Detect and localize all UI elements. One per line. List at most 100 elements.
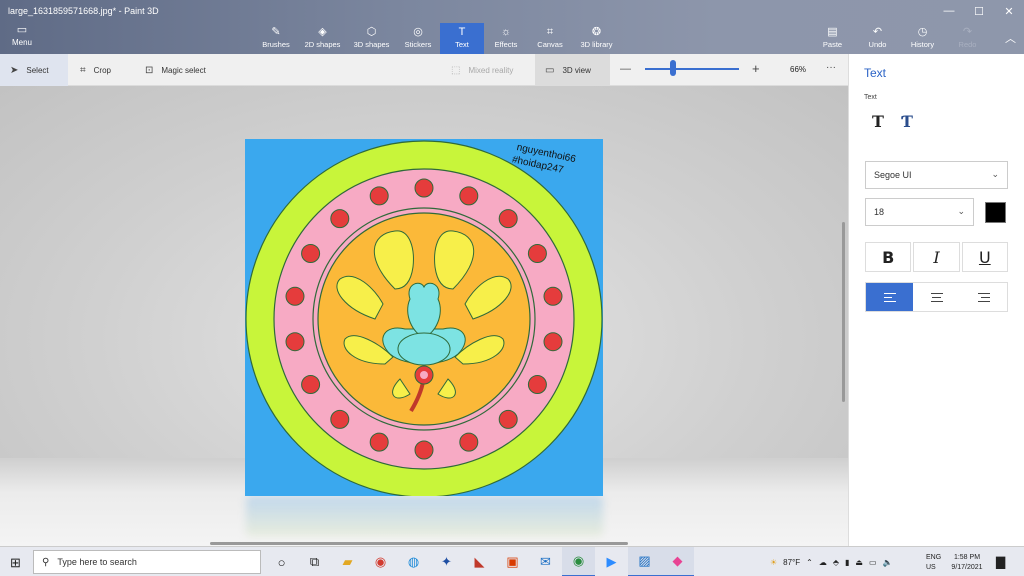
3d-view-button[interactable]: ▭ 3D view bbox=[535, 54, 610, 86]
horizontal-scrollbar[interactable] bbox=[210, 542, 628, 545]
font-size-select[interactable]: 18 ⌄ bbox=[865, 198, 974, 226]
alignment-buttons bbox=[865, 282, 1008, 312]
usb-icon[interactable]: ⏏ bbox=[855, 558, 863, 567]
red-dot bbox=[301, 375, 321, 394]
language-code: ENG bbox=[926, 554, 942, 561]
window-title: large_1631859571668.jpg* - Paint 3D bbox=[8, 6, 159, 16]
3d-view-label: 3D view bbox=[562, 65, 591, 75]
close-button[interactable]: ✕ bbox=[994, 0, 1024, 22]
menu-button[interactable]: ▭ Menu bbox=[4, 24, 40, 52]
file-explorer-icon[interactable]: ▰ bbox=[331, 547, 364, 576]
maximize-button[interactable]: ☐ bbox=[964, 0, 994, 22]
history-button[interactable]: ◷ History bbox=[900, 23, 945, 54]
minimize-button[interactable]: — bbox=[934, 0, 964, 22]
more-options-icon[interactable]: ··· bbox=[826, 62, 836, 73]
zoom-app-icon[interactable]: ▶ bbox=[595, 547, 628, 576]
zoom-out-icon[interactable]: — bbox=[620, 63, 631, 75]
notifications-icon[interactable]: ▇ bbox=[996, 555, 1005, 569]
clock[interactable]: 1:58 PM 9/17/2021 bbox=[948, 553, 986, 573]
2d-text-icon[interactable]: T bbox=[872, 112, 884, 131]
tab-3d-library[interactable]: ❂ 3D library bbox=[572, 23, 621, 54]
align-left-button[interactable] bbox=[866, 283, 913, 311]
crop-button[interactable]: ⌗ Crop bbox=[80, 54, 111, 86]
tab-brushes[interactable]: ✎ Brushes bbox=[254, 23, 298, 54]
mixed-reality-icon: ⬚ bbox=[451, 64, 461, 76]
tab-canvas[interactable]: ⌗ Canvas bbox=[528, 23, 572, 54]
red-dot bbox=[459, 186, 479, 206]
vertical-scrollbar[interactable] bbox=[842, 222, 845, 402]
canvas-image[interactable]: nguyenthoi66 #hoidap247 bbox=[245, 139, 603, 496]
chrome-profile-icon[interactable]: ◉ bbox=[562, 547, 595, 576]
dropbox-icon[interactable]: ✦ bbox=[430, 547, 463, 576]
stickers-icon: ◎ bbox=[413, 26, 423, 38]
effects-icon: ☼ bbox=[500, 26, 512, 38]
cortana-icon[interactable]: ○ bbox=[265, 547, 298, 576]
font-family-select[interactable]: Segoe UI ⌄ bbox=[865, 161, 1008, 189]
font-size-value: 18 bbox=[874, 207, 885, 217]
mixed-reality-label: Mixed reality bbox=[468, 65, 514, 75]
paint-3d-icon[interactable]: ◆ bbox=[661, 547, 694, 576]
text-color-swatch[interactable] bbox=[985, 202, 1006, 223]
3d-text-icon[interactable]: Ƭ bbox=[901, 112, 913, 131]
red-dot bbox=[301, 244, 321, 263]
ribbon-actions: ▤ Paste ↶ Undo ◷ History ↷ Redo bbox=[810, 23, 990, 54]
mixed-reality-button[interactable]: ⬚ Mixed reality bbox=[451, 54, 513, 86]
windows-start-icon[interactable]: ⊞ bbox=[10, 555, 21, 571]
align-center-button[interactable] bbox=[913, 283, 960, 311]
align-right-button[interactable] bbox=[960, 283, 1007, 311]
photos-icon[interactable]: ▨ bbox=[628, 547, 661, 576]
taskbar-search[interactable]: ⚲ Type here to search bbox=[33, 550, 261, 574]
red-dot bbox=[330, 209, 350, 229]
weather-icon[interactable]: ☀ bbox=[770, 558, 777, 567]
tab-text[interactable]: T Text bbox=[440, 23, 484, 54]
flower-center bbox=[397, 332, 451, 366]
edge-icon[interactable]: ◍ bbox=[397, 547, 430, 576]
network-icon[interactable]: ▭ bbox=[869, 558, 877, 567]
underline-button[interactable]: U bbox=[961, 242, 1008, 272]
mail-app-icon[interactable]: ◣ bbox=[463, 547, 496, 576]
align-center-icon bbox=[930, 292, 943, 302]
italic-button[interactable]: I bbox=[913, 242, 960, 272]
paste-button[interactable]: ▤ Paste bbox=[810, 23, 855, 54]
redo-icon: ↷ bbox=[962, 26, 973, 38]
redo-label: Redo bbox=[958, 40, 977, 49]
bold-button[interactable]: B bbox=[865, 242, 912, 272]
task-view-icon[interactable]: ⧉ bbox=[298, 547, 331, 576]
collapse-ribbon-icon[interactable]: ︿ bbox=[1005, 30, 1016, 46]
weather-temp[interactable]: 87°F bbox=[783, 558, 800, 567]
zoom-slider-track[interactable] bbox=[645, 68, 739, 70]
tab-3d-shapes[interactable]: ⬡ 3D shapes bbox=[347, 23, 396, 54]
undo-button[interactable]: ↶ Undo bbox=[855, 23, 900, 54]
red-dot bbox=[498, 409, 518, 429]
select-label: Select bbox=[26, 65, 49, 75]
office-icon[interactable]: ▣ bbox=[496, 547, 529, 576]
select-button[interactable]: ➤ Select bbox=[0, 54, 68, 86]
tab-stickers[interactable]: ◎ Stickers bbox=[396, 23, 440, 54]
mail-icon[interactable]: ✉ bbox=[529, 547, 562, 576]
tab-label: 3D library bbox=[580, 40, 613, 49]
magic-select-button[interactable]: ⊡ Magic select bbox=[145, 54, 206, 86]
taskbar: ⊞ ⚲ Type here to search ○ ⧉ ▰ ◉ ◍ ✦ ◣ ▣ … bbox=[0, 546, 1024, 576]
tray-expand-icon[interactable]: ⌃ bbox=[806, 558, 813, 567]
volume-icon[interactable]: 🔈 bbox=[883, 558, 893, 567]
tab-effects[interactable]: ☼ Effects bbox=[484, 23, 528, 54]
cloud-icon[interactable]: ☁ bbox=[819, 558, 827, 567]
panel-title: Text bbox=[864, 66, 887, 80]
red-dot bbox=[543, 332, 563, 352]
language-indicator[interactable]: ENG US bbox=[926, 553, 941, 573]
zoom-slider-thumb[interactable] bbox=[670, 60, 677, 76]
red-dot bbox=[414, 440, 434, 460]
microphone-icon[interactable]: ▮ bbox=[845, 558, 849, 567]
clock-date: 9/17/2021 bbox=[951, 564, 983, 571]
zoom-level: 66% bbox=[790, 65, 807, 74]
search-placeholder: Type here to search bbox=[57, 557, 137, 567]
chrome-icon[interactable]: ◉ bbox=[364, 547, 397, 576]
redo-button[interactable]: ↷ Redo bbox=[945, 23, 990, 54]
history-icon: ◷ bbox=[917, 26, 928, 38]
zoom-in-icon[interactable]: + bbox=[752, 61, 760, 76]
crop-icon: ⌗ bbox=[80, 64, 86, 76]
tab-2d-shapes[interactable]: ◈ 2D shapes bbox=[298, 23, 347, 54]
menu-label: Menu bbox=[11, 38, 32, 47]
align-right-icon bbox=[977, 292, 990, 302]
dropbox-tray-icon[interactable]: ⬘ bbox=[833, 558, 839, 567]
